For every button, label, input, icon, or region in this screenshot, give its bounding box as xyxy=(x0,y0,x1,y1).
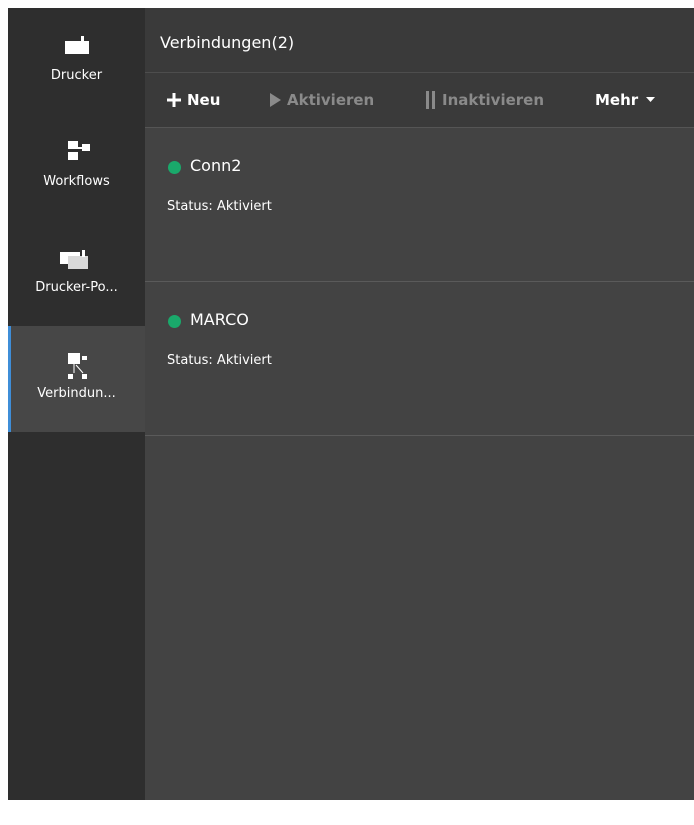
activate-button[interactable]: Aktivieren xyxy=(270,90,374,110)
toolbar: Neu Aktivieren Inaktivieren Mehr xyxy=(145,73,694,128)
header: Verbindungen(2) xyxy=(145,8,694,73)
pause-icon xyxy=(426,91,436,109)
connection-status: Status: Aktiviert xyxy=(167,199,272,214)
new-button[interactable]: Neu xyxy=(167,90,220,110)
connection-name: MARCO xyxy=(190,310,249,329)
sidebar-item-workflows[interactable]: Workflows xyxy=(8,114,145,220)
status-indicator-icon xyxy=(168,315,181,328)
sidebar-item-label: Verbindun... xyxy=(37,386,116,401)
sidebar-item-label: Drucker-Po... xyxy=(35,280,118,295)
sidebar: Drucker Workflows Drucker-Po... Verbindu… xyxy=(8,8,145,800)
main-panel: Verbindungen(2) Neu Aktivieren Inaktivie… xyxy=(145,8,694,800)
sidebar-item-drucker-pools[interactable]: Drucker-Po... xyxy=(8,220,145,326)
connection-status: Status: Aktiviert xyxy=(167,353,272,368)
connection-name: Conn2 xyxy=(190,156,242,175)
status-indicator-icon xyxy=(168,161,181,174)
workflow-icon xyxy=(8,140,145,164)
activate-button-label: Aktivieren xyxy=(287,91,375,109)
sidebar-item-drucker[interactable]: Drucker xyxy=(8,8,145,114)
page-title: Verbindungen(2) xyxy=(160,33,295,52)
more-button-label: Mehr xyxy=(595,91,639,109)
new-button-label: Neu xyxy=(187,91,221,109)
sidebar-item-label: Drucker xyxy=(50,68,103,83)
printer-icon xyxy=(8,34,145,58)
connection-list: Conn2 Status: Aktiviert MARCO Status: Ak… xyxy=(145,128,694,436)
plus-icon xyxy=(167,93,181,107)
sidebar-item-label: Workflows xyxy=(43,174,110,189)
more-menu-button[interactable]: Mehr xyxy=(595,90,656,110)
play-icon xyxy=(270,93,281,107)
app-frame: Drucker Workflows Drucker-Po... Verbindu… xyxy=(0,0,694,825)
app-window: Drucker Workflows Drucker-Po... Verbindu… xyxy=(8,8,694,800)
connection-icon xyxy=(8,352,145,379)
sidebar-item-verbindungen[interactable]: Verbindun... xyxy=(8,326,145,432)
caret-down-icon xyxy=(646,97,656,103)
list-item[interactable]: Conn2 Status: Aktiviert xyxy=(145,128,694,282)
list-item[interactable]: MARCO Status: Aktiviert xyxy=(145,282,694,436)
printer-pool-icon xyxy=(8,246,145,270)
deactivate-button[interactable]: Inaktivieren xyxy=(426,90,544,110)
deactivate-button-label: Inaktivieren xyxy=(442,91,545,109)
